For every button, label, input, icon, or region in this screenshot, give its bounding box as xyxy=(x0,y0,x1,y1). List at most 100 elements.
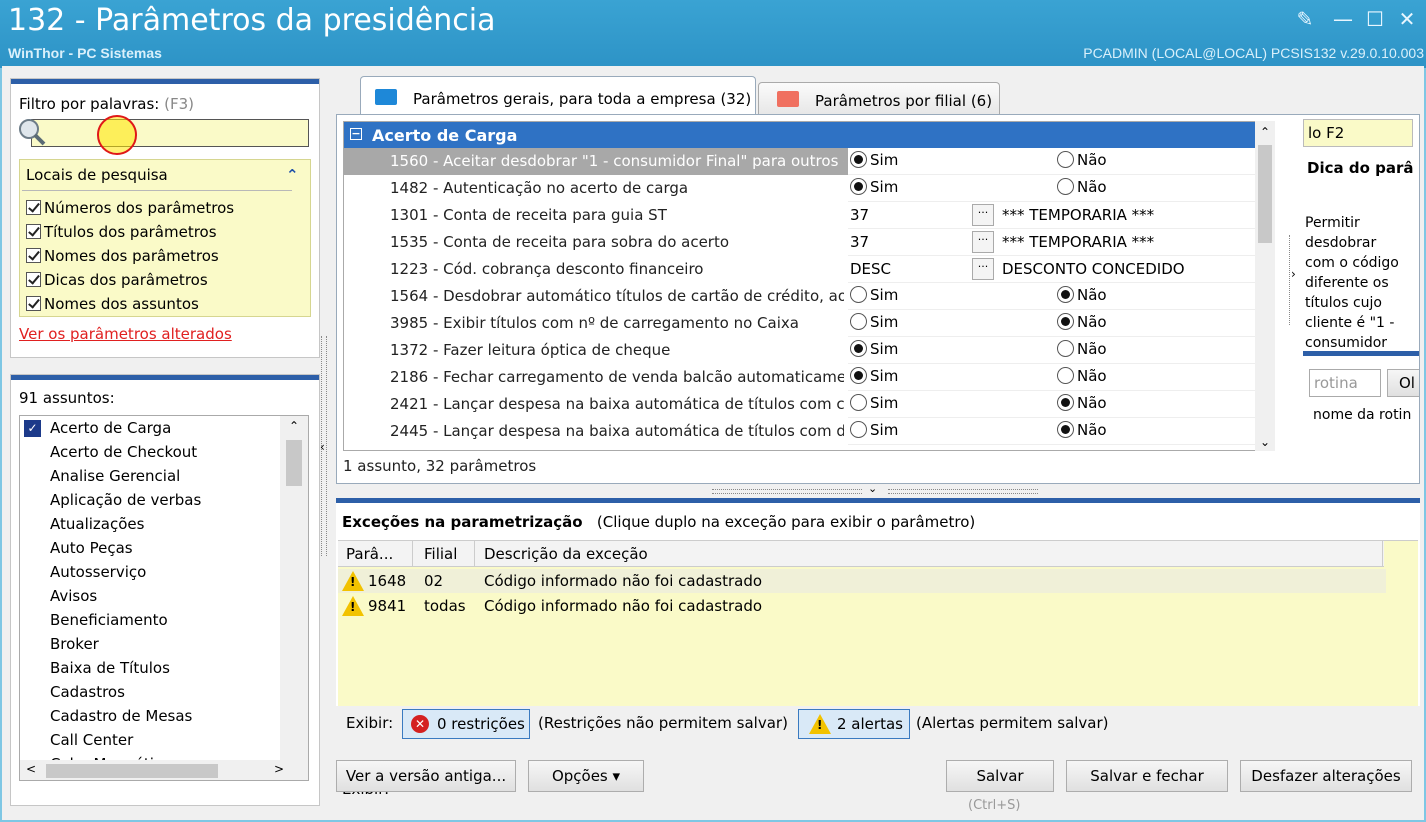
lookup-button[interactable]: ··· xyxy=(972,231,994,253)
param-value[interactable]: 37 xyxy=(850,233,869,251)
params-scrollbar[interactable]: ⌃ ⌄ xyxy=(1255,121,1275,451)
window-title: 132 - Parâmetros da presidência xyxy=(8,3,496,38)
radio-nao[interactable]: Não xyxy=(1057,286,1107,304)
alerts-button[interactable]: ! 2 alertas xyxy=(798,709,910,739)
radio-nao[interactable]: Não xyxy=(1057,340,1107,358)
param-row[interactable]: 2421 - Lançar despesa na baixa automátic… xyxy=(344,391,1264,418)
vertical-splitter[interactable]: ‹ xyxy=(320,336,332,556)
collapse-icon[interactable]: ⌃ xyxy=(286,166,299,184)
radio-sim[interactable]: Sim xyxy=(850,421,898,439)
param-row[interactable]: 1564 - Desdobrar automático títulos de c… xyxy=(344,283,1264,310)
subject-item[interactable]: Beneficiamento xyxy=(20,608,278,632)
param-row[interactable]: 2186 - Fechar carregamento de venda balc… xyxy=(344,364,1264,391)
rotina-input[interactable]: rotina xyxy=(1309,369,1381,397)
folder-icon xyxy=(375,89,397,105)
param-description: *** TEMPORARIA *** xyxy=(1002,206,1155,224)
subject-item[interactable]: Cadastro de Mesas xyxy=(20,704,278,728)
tab-general[interactable]: Parâmetros gerais, para toda a empresa (… xyxy=(360,76,756,116)
subject-item[interactable]: Acerto de Checkout xyxy=(20,440,278,464)
subject-item[interactable]: Atualizações xyxy=(20,512,278,536)
hint-text: Permitir desdobrar com o código diferente o… xyxy=(1305,215,1399,351)
changed-params-link[interactable]: Ver os parâmetros alterados xyxy=(19,325,232,343)
param-row[interactable]: 1535 - Conta de receita para sobra do ac… xyxy=(344,229,1264,256)
filter-panel: Filtro por palavras: (F3) Locais de pesq… xyxy=(10,78,320,358)
exibir-bar: Exibir: ✕ 0 restrições (Restrições não p… xyxy=(336,706,1420,742)
radio-sim[interactable]: Sim xyxy=(850,286,898,304)
lookup-button[interactable]: ··· xyxy=(972,258,994,280)
radio-nao[interactable]: Não xyxy=(1057,421,1107,439)
tab-branch[interactable]: Parâmetros por filial (6) xyxy=(758,82,1000,116)
subject-item[interactable]: Baixa de Títulos xyxy=(20,656,278,680)
lookup-button[interactable]: ··· xyxy=(972,204,994,226)
col-desc[interactable]: Descrição da exceção xyxy=(484,545,648,563)
option-dicas[interactable]: Dicas dos parâmetros xyxy=(26,268,234,292)
col-filial[interactable]: Filial xyxy=(424,545,457,563)
radio-nao[interactable]: Não xyxy=(1057,151,1107,169)
radio-sim[interactable]: Sim xyxy=(850,313,898,331)
radio-sim[interactable]: Sim xyxy=(850,340,898,358)
filter-input[interactable] xyxy=(31,119,309,147)
radio-sim[interactable]: Sim xyxy=(850,394,898,412)
user-info: PCADMIN (LOCAL@LOCAL) PCSIS132 v.29.0.10… xyxy=(1083,45,1424,61)
params-container: − Acerto de Carga 1560 - Aceitar desdobr… xyxy=(336,114,1420,484)
param-row[interactable]: 1223 - Cód. cobrança desconto financeiro… xyxy=(344,256,1264,283)
checkbox-icon[interactable]: ✓ xyxy=(24,420,41,437)
radio-sim[interactable]: Sim xyxy=(850,367,898,385)
param-value[interactable]: DESC xyxy=(850,260,891,278)
horizontal-splitter[interactable]: ⌄ xyxy=(712,482,1042,496)
subject-item[interactable]: Cadastros xyxy=(20,680,278,704)
hint-splitter[interactable]: › xyxy=(1289,235,1299,325)
subjects-scrollbar[interactable]: ⌃ ⌄ xyxy=(280,416,308,768)
param-row[interactable]: 1372 - Fazer leitura óptica de cheque Sim… xyxy=(344,337,1264,364)
params-grid: − Acerto de Carga 1560 - Aceitar desdobr… xyxy=(343,121,1275,451)
option-titulos[interactable]: Títulos dos parâmetros xyxy=(26,220,234,244)
param-row[interactable]: 2445 - Lançar despesa na baixa automátic… xyxy=(344,418,1264,445)
subject-item[interactable]: Auto Peças xyxy=(20,536,278,560)
param-row[interactable]: 1482 - Autenticação no acerto de carga Si… xyxy=(344,175,1264,202)
radio-nao[interactable]: Não xyxy=(1057,178,1107,196)
subject-item[interactable]: Avisos xyxy=(20,584,278,608)
subject-item[interactable]: ✓ Acerto de Carga xyxy=(20,416,278,440)
option-nomes[interactable]: Nomes dos parâmetros xyxy=(26,244,234,268)
col-param[interactable]: Parâ... xyxy=(346,545,393,563)
param-description: DESCONTO CONCEDIDO xyxy=(1002,260,1185,278)
exception-row[interactable]: ! 1648 02 Código informado não foi cadas… xyxy=(338,569,1386,593)
error-icon: ✕ xyxy=(411,715,429,733)
save-button[interactable]: Salvar xyxy=(946,760,1054,792)
subject-item[interactable]: Broker xyxy=(20,632,278,656)
window-subtitle: WinThor - PC Sistemas xyxy=(8,45,162,61)
subject-item[interactable]: Autosserviço xyxy=(20,560,278,584)
restrictions-button[interactable]: ✕ 0 restrições xyxy=(402,709,530,739)
param-row[interactable]: 1301 - Conta de receita para guia ST 37 ··… xyxy=(344,202,1264,229)
radio-nao[interactable]: Não xyxy=(1057,394,1107,412)
radio-nao[interactable]: Não xyxy=(1057,313,1107,331)
filter-label: Filtro por palavras: (F3) xyxy=(19,95,195,113)
old-version-button[interactable]: Ver a versão antiga... xyxy=(336,760,516,792)
param-row[interactable]: 1560 - Aceitar desdobrar "1 - consumidor… xyxy=(344,148,1264,175)
option-assuntos[interactable]: Nomes dos assuntos xyxy=(26,292,234,316)
subject-item[interactable]: Aplicação de verbas xyxy=(20,488,278,512)
radio-sim[interactable]: Sim xyxy=(850,178,898,196)
hint-panel: lo F2 Dica do parâ Permitir desdobrar com … xyxy=(1293,115,1419,453)
params-status: 1 assunto, 32 parâmetros xyxy=(343,457,537,475)
maximize-button[interactable]: ☐ xyxy=(1360,6,1390,32)
undo-button[interactable]: Desfazer alterações xyxy=(1240,760,1412,792)
hint-shortcut[interactable]: lo F2 xyxy=(1303,119,1413,147)
subjects-hscrollbar[interactable]: < > xyxy=(20,760,308,780)
options-button[interactable]: Opções ▾ xyxy=(528,760,644,792)
close-button[interactable]: ✕ xyxy=(1392,6,1422,32)
param-row[interactable]: 3985 - Exibir títulos com nº de carregam… xyxy=(344,310,1264,337)
subject-item[interactable]: Analise Gerencial xyxy=(20,464,278,488)
group-header[interactable]: − Acerto de Carga xyxy=(344,122,1274,148)
param-value[interactable]: 37 xyxy=(850,206,869,224)
radio-sim[interactable]: Sim xyxy=(850,151,898,169)
rotina-ok-button[interactable]: Ol xyxy=(1387,369,1419,397)
option-numeros[interactable]: Números dos parâmetros xyxy=(26,196,234,220)
subject-item[interactable]: Call Center xyxy=(20,728,278,752)
exception-row[interactable]: ! 9841 todas Código informado não foi ca… xyxy=(338,594,1386,618)
save-close-button[interactable]: Salvar e fechar xyxy=(1066,760,1228,792)
edit-icon[interactable]: ✎ xyxy=(1290,6,1320,32)
minimize-button[interactable]: — xyxy=(1328,6,1358,32)
radio-nao[interactable]: Não xyxy=(1057,367,1107,385)
title-bar: 132 - Parâmetros da presidência WinThor … xyxy=(0,0,1426,68)
